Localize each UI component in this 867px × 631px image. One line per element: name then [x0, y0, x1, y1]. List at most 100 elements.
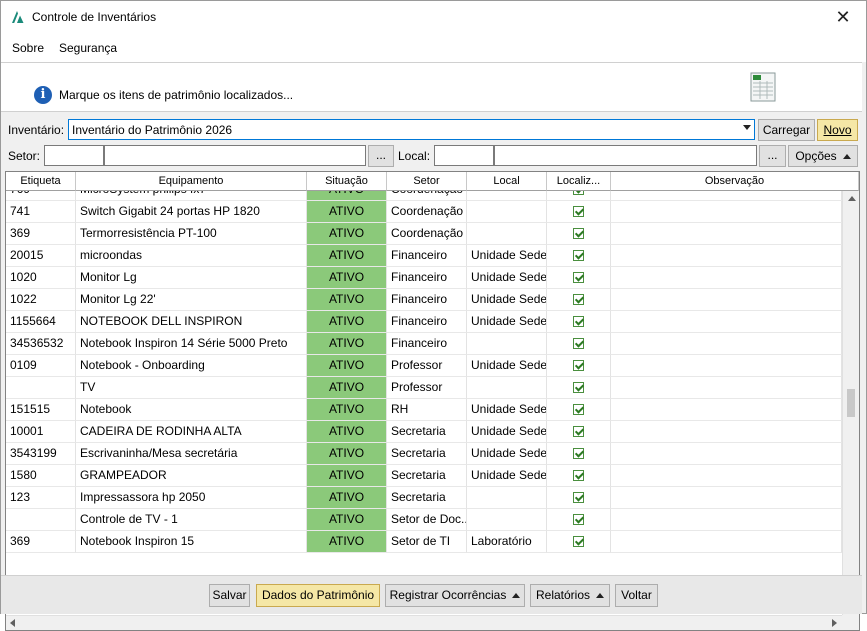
- cell-located[interactable]: [547, 267, 611, 289]
- cell-note[interactable]: [611, 443, 842, 465]
- asset-data-button[interactable]: Dados do Patrimônio: [256, 584, 380, 607]
- cell-located[interactable]: [547, 289, 611, 311]
- column-header-equipment[interactable]: Equipamento: [76, 172, 307, 191]
- table-row[interactable]: 369 Termorresistência PT-100 ATIVO Coordena…: [6, 223, 842, 245]
- located-checkbox[interactable]: [573, 382, 584, 393]
- cell-located[interactable]: [547, 399, 611, 421]
- cell-located[interactable]: [547, 421, 611, 443]
- cell-note[interactable]: [611, 531, 842, 553]
- column-header-sector[interactable]: Setor: [387, 172, 467, 191]
- cell-note[interactable]: [611, 311, 842, 333]
- save-button[interactable]: Salvar: [209, 584, 250, 607]
- scroll-up-icon[interactable]: [848, 196, 856, 201]
- new-button[interactable]: Novo: [817, 119, 858, 141]
- table-row[interactable]: 741 Switch Gigabit 24 portas HP 1820 ATIVO…: [6, 201, 842, 223]
- cell-located[interactable]: [547, 355, 611, 377]
- back-button[interactable]: Voltar: [615, 584, 658, 607]
- table-row[interactable]: 123 Impressassora hp 2050 ATIVO Secretaria: [6, 487, 842, 509]
- located-checkbox[interactable]: [573, 338, 584, 349]
- column-header-observation[interactable]: Observação: [611, 172, 859, 191]
- close-button[interactable]: ✕: [820, 1, 866, 34]
- located-checkbox[interactable]: [573, 250, 584, 261]
- vertical-scrollbar[interactable]: [842, 191, 859, 615]
- cell-located[interactable]: [547, 201, 611, 223]
- cell-located[interactable]: [547, 531, 611, 553]
- table-row[interactable]: Controle de TV - 1 ATIVO Setor de Doc...: [6, 509, 842, 531]
- local-name-input[interactable]: [494, 145, 757, 166]
- sector-name-input[interactable]: [104, 145, 366, 166]
- cell-note[interactable]: [611, 377, 842, 399]
- column-header-status[interactable]: Situação: [307, 172, 387, 191]
- table-row[interactable]: 1155664 NOTEBOOK DELL INSPIRON ATIVO Financ…: [6, 311, 842, 333]
- cell-note[interactable]: [611, 333, 842, 355]
- table-row-partial[interactable]: 769MicroSystem philips fx7ATIVOCoordenaç…: [6, 191, 842, 201]
- table-row[interactable]: 151515 Notebook ATIVO RH Unidade Sede: [6, 399, 842, 421]
- table-row[interactable]: 1022 Monitor Lg 22' ATIVO Financeiro Unidade…: [6, 289, 842, 311]
- cell-located[interactable]: [547, 191, 611, 201]
- cell-located[interactable]: [547, 509, 611, 531]
- reports-button[interactable]: Relatórios: [530, 584, 610, 607]
- cell-note[interactable]: [611, 465, 842, 487]
- located-checkbox[interactable]: [573, 404, 584, 415]
- cell-note[interactable]: [611, 289, 842, 311]
- cell-note[interactable]: [611, 487, 842, 509]
- cell-located[interactable]: [547, 223, 611, 245]
- located-checkbox[interactable]: [573, 448, 584, 459]
- column-header-located[interactable]: Localiz...: [547, 172, 611, 191]
- cell-located[interactable]: [547, 487, 611, 509]
- table-row[interactable]: 1020 Monitor Lg ATIVO Financeiro Unidade Sed…: [6, 267, 842, 289]
- cell-note[interactable]: [611, 245, 842, 267]
- load-button[interactable]: Carregar: [758, 119, 815, 141]
- scroll-right-icon[interactable]: [832, 619, 837, 627]
- cell-located[interactable]: [547, 311, 611, 333]
- table-row[interactable]: TV ATIVO Professor: [6, 377, 842, 399]
- sector-browse-button[interactable]: ...: [368, 145, 394, 167]
- inventory-grid[interactable]: Etiqueta Equipamento Situação Setor Loca…: [5, 171, 860, 631]
- table-row[interactable]: 369 Notebook Inspiron 15 ATIVO Setor de TI L…: [6, 531, 842, 553]
- located-checkbox[interactable]: [573, 206, 584, 217]
- column-header-tag[interactable]: Etiqueta: [6, 172, 76, 191]
- horizontal-scrollbar[interactable]: [6, 615, 842, 630]
- table-row[interactable]: 20015 microondas ATIVO Financeiro Unidade Se…: [6, 245, 842, 267]
- cell-note[interactable]: [611, 421, 842, 443]
- vertical-scroll-thumb[interactable]: [847, 389, 855, 417]
- table-row[interactable]: 34536532 Notebook Inspiron 14 Série 5000 …: [6, 333, 842, 355]
- column-header-local[interactable]: Local: [467, 172, 547, 191]
- cell-note[interactable]: [611, 509, 842, 531]
- scroll-left-icon[interactable]: [10, 619, 15, 627]
- cell-note[interactable]: [611, 399, 842, 421]
- located-checkbox[interactable]: [573, 426, 584, 437]
- table-row[interactable]: 1580 GRAMPEADOR ATIVO Secretaria Unidade Sed…: [6, 465, 842, 487]
- located-checkbox[interactable]: [573, 514, 584, 525]
- cell-note[interactable]: [611, 201, 842, 223]
- cell-located[interactable]: [547, 333, 611, 355]
- sector-code-input[interactable]: [44, 145, 104, 166]
- local-code-input[interactable]: [434, 145, 494, 166]
- cell-located[interactable]: [547, 377, 611, 399]
- located-checkbox[interactable]: [573, 536, 584, 547]
- options-button[interactable]: Opções: [788, 145, 858, 167]
- located-checkbox[interactable]: [573, 272, 584, 283]
- table-row[interactable]: 3543199 Escrivaninha/Mesa secretária ATIVO…: [6, 443, 842, 465]
- table-row[interactable]: 0109 Notebook - Onboarding ATIVO Professor U…: [6, 355, 842, 377]
- cell-note[interactable]: [611, 267, 842, 289]
- located-checkbox[interactable]: [573, 470, 584, 481]
- cell-note[interactable]: [611, 355, 842, 377]
- local-browse-button[interactable]: ...: [759, 145, 786, 167]
- located-checkbox[interactable]: [573, 360, 584, 371]
- located-checkbox[interactable]: [573, 228, 584, 239]
- cell-note[interactable]: [611, 191, 842, 201]
- cell-located[interactable]: [547, 443, 611, 465]
- located-checkbox[interactable]: [573, 191, 584, 195]
- cell-note[interactable]: [611, 223, 842, 245]
- cell-located[interactable]: [547, 465, 611, 487]
- menu-seguranca[interactable]: Segurança: [59, 41, 117, 55]
- table-row[interactable]: 10001 CADEIRA DE RODINHA ALTA ATIVO Secreta…: [6, 421, 842, 443]
- located-checkbox[interactable]: [573, 294, 584, 305]
- located-checkbox[interactable]: [573, 316, 584, 327]
- inventory-select[interactable]: Inventário do Patrimônio 2026: [68, 119, 755, 140]
- cell-located[interactable]: [547, 245, 611, 267]
- register-occurrences-button[interactable]: Registrar Ocorrências: [385, 584, 525, 607]
- menu-sobre[interactable]: Sobre: [12, 41, 44, 55]
- located-checkbox[interactable]: [573, 492, 584, 503]
